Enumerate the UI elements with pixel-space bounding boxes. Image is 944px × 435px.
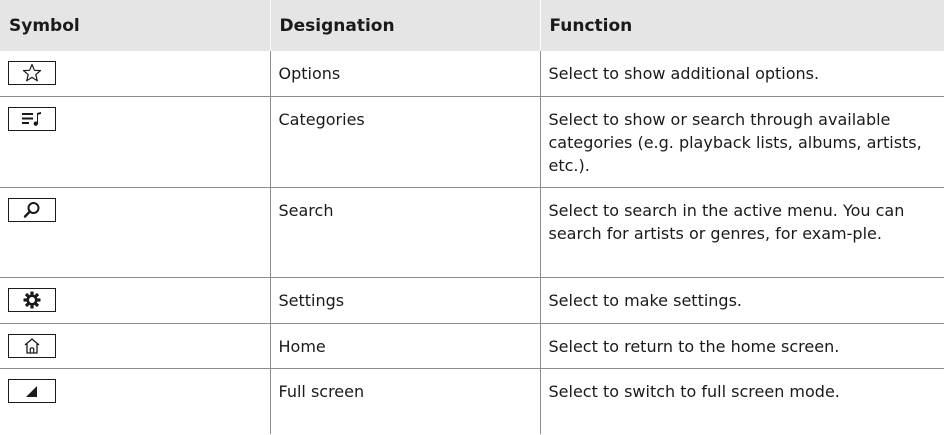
table-header: Symbol Designation Function: [0, 0, 944, 51]
full-screen-icon: [8, 378, 56, 403]
function-cell: Select to return to the home screen.: [539, 323, 944, 369]
home-icon: [8, 333, 56, 358]
symbol-cell: [0, 51, 270, 97]
function-cell: Select to search in the active menu. You…: [539, 187, 944, 278]
designation-cell: Search: [269, 187, 540, 278]
function-cell: Select to show or search through availab…: [539, 96, 944, 188]
function-cell: Select to switch to full screen mode.: [539, 368, 944, 434]
star-outline-icon: [8, 61, 56, 85]
table-row: Categories Select to show or search thro…: [0, 96, 944, 188]
table-row: Options Select to show additional option…: [0, 51, 944, 97]
symbol-legend-table: Symbol Designation Function Options Sele…: [0, 0, 944, 434]
designation-cell: Categories: [269, 96, 540, 188]
header-symbol: Symbol: [9, 15, 80, 36]
symbol-cell: [0, 368, 270, 434]
symbol-cell: [0, 277, 270, 324]
music-list-icon: [8, 106, 56, 131]
designation-cell: Home: [269, 323, 540, 369]
designation-cell: Settings: [269, 277, 540, 324]
table-row: Full screen Select to switch to full scr…: [0, 368, 944, 434]
function-cell: Select to make settings.: [539, 277, 944, 324]
header-row: Symbol Designation Function: [0, 0, 944, 51]
header-designation: Designation: [269, 0, 540, 51]
gear-icon: [8, 287, 56, 312]
symbol-cell: [0, 187, 270, 278]
table-row: Home Select to return to the home screen…: [0, 323, 944, 369]
table-row: Settings Select to make settings.: [0, 277, 944, 324]
search-icon: [8, 197, 56, 222]
function-cell: Select to show additional options.: [539, 51, 944, 97]
designation-cell: Full screen: [269, 368, 540, 434]
symbol-cell: [0, 323, 270, 369]
designation-cell: Options: [269, 51, 540, 97]
symbol-cell: [0, 96, 270, 188]
table-row: Search Select to search in the active me…: [0, 187, 944, 278]
header-function: Function: [539, 0, 944, 51]
